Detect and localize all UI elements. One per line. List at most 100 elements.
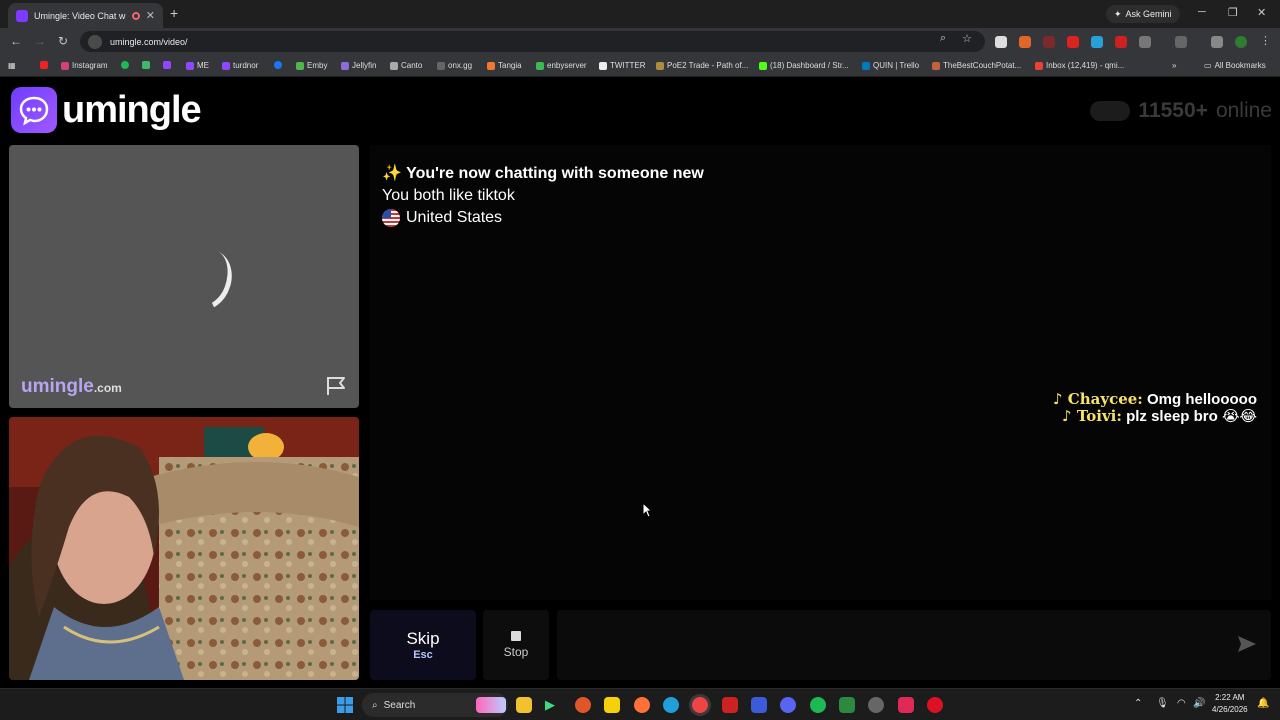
bookmark-onxgg[interactable]: onx.gg bbox=[437, 61, 472, 70]
bookmark-emby[interactable]: Emby bbox=[296, 61, 327, 70]
canto-icon bbox=[390, 61, 398, 70]
bookmark-green-icon[interactable] bbox=[142, 61, 150, 69]
notepad-icon[interactable] bbox=[839, 697, 855, 713]
bookmark-trello[interactable]: QUIN | Trello bbox=[862, 61, 919, 70]
file-explorer-icon[interactable] bbox=[516, 697, 532, 713]
outlook-icon[interactable] bbox=[751, 697, 767, 713]
umingle-logo[interactable]: umingle bbox=[11, 87, 202, 133]
creative-cloud-icon[interactable] bbox=[927, 697, 943, 713]
system-clock[interactable]: 2:22 AM 4/26/2026 bbox=[1212, 692, 1248, 716]
instagram-icon bbox=[61, 61, 69, 70]
bookmark-enbyserver[interactable]: enbyserver bbox=[536, 61, 587, 70]
country-label: United States bbox=[406, 209, 503, 226]
extension-k-icon[interactable] bbox=[995, 36, 1007, 48]
bookmark-canto[interactable]: Canto bbox=[390, 61, 422, 70]
close-window-button[interactable]: ✕ bbox=[1257, 6, 1266, 19]
us-flag-icon bbox=[382, 209, 400, 227]
extension-red-icon[interactable] bbox=[1115, 36, 1127, 48]
send-icon[interactable] bbox=[1237, 635, 1257, 653]
bookmark-turdnor[interactable]: turdnor bbox=[222, 61, 258, 70]
taskbar-search-label: Search bbox=[383, 699, 416, 711]
tiktok-icon[interactable] bbox=[898, 697, 914, 713]
discord-icon[interactable] bbox=[780, 697, 796, 713]
media-controls-icon[interactable] bbox=[1211, 36, 1223, 48]
apps-grid-icon[interactable]: ▦ bbox=[8, 61, 16, 70]
side-panel-icon[interactable] bbox=[1175, 36, 1187, 48]
chat-log: ✨ You're now chatting with someone new Y… bbox=[370, 145, 1271, 600]
browser-tab[interactable]: Umingle: Video Chat with S ✕ bbox=[8, 3, 163, 28]
close-tab-icon[interactable]: ✕ bbox=[146, 9, 155, 22]
stop-button[interactable]: Stop bbox=[483, 610, 549, 680]
wifi-icon[interactable]: ◠ bbox=[1177, 698, 1186, 709]
emby-icon bbox=[296, 61, 304, 70]
basketball-app-icon[interactable] bbox=[575, 697, 591, 713]
bookmark-poe2-trade[interactable]: PoE2 Trade - Path of... bbox=[656, 61, 748, 70]
clock-date: 4/26/2026 bbox=[1212, 705, 1248, 714]
back-button[interactable]: ← bbox=[10, 34, 22, 48]
windows-start-icon[interactable] bbox=[337, 697, 353, 713]
chrome-icon[interactable] bbox=[692, 697, 708, 713]
obs-icon[interactable] bbox=[868, 697, 884, 713]
clock-time: 2:22 AM bbox=[1215, 693, 1245, 702]
overlay-username: ♪ Toivi: bbox=[1062, 407, 1122, 425]
chat-bubble-logo-icon bbox=[11, 87, 57, 133]
spotify-icon[interactable] bbox=[810, 697, 826, 713]
forward-button[interactable]: → bbox=[34, 34, 46, 48]
bookmark-couchpotato[interactable]: TheBestCouchPotat... bbox=[932, 61, 1021, 70]
notification-bell-icon[interactable]: 🔔 bbox=[1257, 698, 1269, 709]
sticky-notes-icon[interactable] bbox=[604, 697, 620, 713]
address-url: umingle.com/video/ bbox=[110, 36, 188, 47]
overlay-text: Omg hellooooo bbox=[1142, 391, 1257, 408]
online-label: online bbox=[1215, 99, 1272, 122]
site-info-icon[interactable] bbox=[88, 34, 102, 49]
bookmark-spotify-icon[interactable] bbox=[121, 61, 129, 69]
x-icon bbox=[599, 61, 607, 70]
minimize-window-button[interactable]: ─ bbox=[1198, 6, 1206, 18]
extension-fox-icon[interactable] bbox=[1019, 36, 1031, 48]
extensions-puzzle-icon[interactable] bbox=[1139, 36, 1151, 48]
more-bookmarks-icon[interactable]: » bbox=[1172, 61, 1176, 70]
microphone-icon[interactable]: 🎙 bbox=[1156, 698, 1169, 709]
zoom-icon[interactable]: ⌕ bbox=[940, 32, 946, 45]
new-tab-button[interactable]: + bbox=[170, 5, 178, 21]
browser-menu-icon[interactable]: ⋮ bbox=[1260, 34, 1272, 47]
bookmark-me[interactable]: ME bbox=[186, 61, 209, 70]
stop-icon bbox=[511, 631, 521, 641]
bookmark-jellyfin[interactable]: Jellyfin bbox=[341, 61, 376, 70]
opera-icon[interactable] bbox=[722, 697, 738, 713]
stream-chat-overlay: ♪ Chaycee: Omg hellooooo ♪ Toivi: plz sl… bbox=[1053, 390, 1257, 426]
ask-gemini-label: Ask Gemini bbox=[1125, 9, 1172, 19]
address-bar[interactable]: umingle.com/video/ bbox=[80, 31, 985, 52]
bookmark-star-icon[interactable]: ☆ bbox=[962, 32, 972, 45]
profile-avatar[interactable] bbox=[1235, 36, 1247, 48]
bookmark-twitch-icon[interactable] bbox=[163, 61, 171, 69]
bookmark-dashboard[interactable]: (18) Dashboard / Str... bbox=[759, 61, 849, 70]
overlay-username: ♪ Chaycee: bbox=[1053, 390, 1143, 408]
volume-icon[interactable]: 🔊 bbox=[1193, 698, 1205, 709]
bookmark-inbox[interactable]: Inbox (12,419) - qmi... bbox=[1035, 61, 1124, 70]
bookmark-youtube-icon[interactable] bbox=[40, 61, 48, 69]
recording-indicator-icon bbox=[131, 11, 140, 20]
all-bookmarks[interactable]: ▭ All Bookmarks bbox=[1204, 61, 1266, 70]
ask-gemini-button[interactable]: ✦ Ask Gemini bbox=[1106, 5, 1180, 23]
bookmark-twitter[interactable]: TWITTER bbox=[599, 61, 646, 70]
online-toggle[interactable] bbox=[1090, 101, 1131, 121]
extension-youtube-icon[interactable] bbox=[1067, 36, 1079, 48]
couchpotato-icon bbox=[932, 61, 940, 70]
play-app-icon[interactable]: ▶ bbox=[545, 697, 561, 713]
extension-bug-icon[interactable] bbox=[1043, 36, 1055, 48]
firefox-icon[interactable] bbox=[634, 697, 650, 713]
extension-translate-icon[interactable] bbox=[1091, 36, 1103, 48]
bookmark-instagram[interactable]: Instagram bbox=[61, 61, 108, 70]
bookmark-facebook-icon[interactable] bbox=[274, 61, 282, 69]
skip-button[interactable]: Skip Esc bbox=[370, 610, 476, 680]
report-flag-icon[interactable] bbox=[325, 376, 347, 396]
reload-button[interactable]: ↻ bbox=[58, 34, 68, 48]
kick-icon bbox=[759, 61, 767, 70]
bookmark-tangia[interactable]: Tangia bbox=[487, 61, 522, 70]
overlay-message: ♪ Chaycee: Omg hellooooo bbox=[1053, 390, 1257, 409]
show-hidden-icons-icon[interactable]: ⌃ bbox=[1134, 698, 1142, 709]
maximize-window-button[interactable]: ❐ bbox=[1228, 6, 1238, 19]
edge-icon[interactable] bbox=[663, 697, 679, 713]
message-input[interactable] bbox=[557, 610, 1271, 680]
